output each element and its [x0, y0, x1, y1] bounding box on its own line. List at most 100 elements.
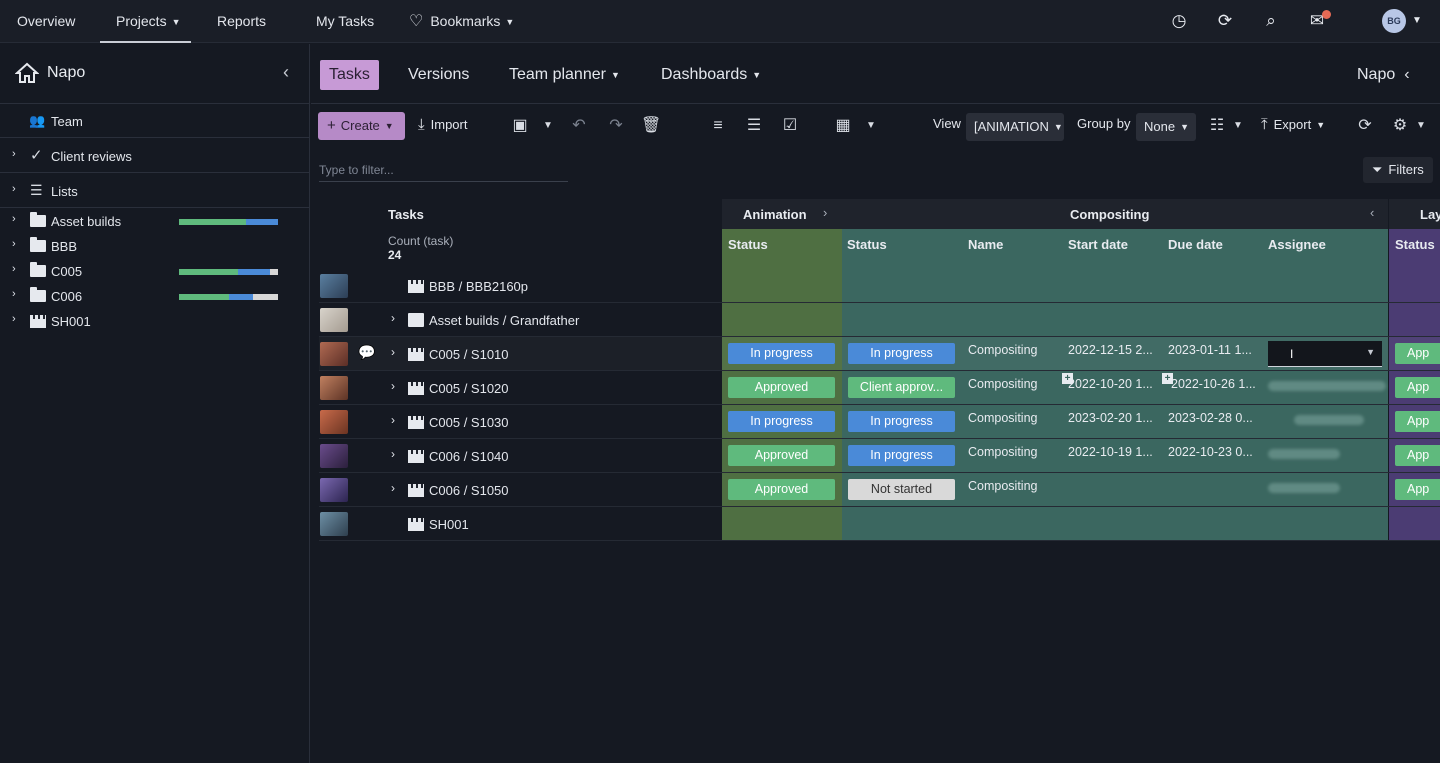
clock-icon[interactable]: ◷	[1168, 10, 1190, 32]
task-name[interactable]: Compositing	[968, 343, 1037, 357]
due-date[interactable]: 2023-01-11 1...	[1168, 343, 1252, 357]
chevron-right-icon[interactable]: ›	[391, 311, 395, 325]
animation-status-badge[interactable]: In progress	[728, 343, 835, 364]
chevron-right-icon[interactable]: ›	[12, 263, 16, 275]
avatar[interactable]: BG	[1382, 9, 1406, 33]
home-icon[interactable]	[15, 62, 39, 84]
chevron-down-icon[interactable]: ▼	[861, 116, 881, 136]
due-date[interactable]: 2022-10-26 1...	[1171, 377, 1256, 391]
filters-button[interactable]: ⏷ Filters	[1363, 157, 1433, 183]
comment-icon[interactable]: 💬	[358, 344, 375, 361]
table-icon[interactable]: ▦	[833, 116, 853, 136]
task-name[interactable]: Compositing	[968, 377, 1037, 391]
start-date[interactable]: 2022-12-15 2...	[1068, 343, 1153, 357]
table-row[interactable]: › C005 / S1030 In progress In progress C…	[319, 405, 1440, 439]
table-row[interactable]: › C005 / S1020 Approved Client approv...…	[319, 371, 1440, 405]
task-name[interactable]: Compositing	[968, 445, 1037, 459]
tab-team-planner[interactable]: Team planner ▼	[509, 60, 620, 90]
tree-item-asset-builds[interactable]: › Asset builds	[0, 209, 310, 234]
import-button[interactable]: ⤓ Import	[418, 116, 467, 133]
layout-group-header[interactable]: Lay	[1389, 199, 1440, 229]
tree-item-sh001[interactable]: › SH001	[0, 309, 310, 334]
undo-icon[interactable]: ↶	[569, 116, 589, 136]
chevron-right-icon[interactable]: ›	[823, 205, 827, 220]
gear-icon[interactable]: ⚙	[1390, 116, 1410, 136]
due-date[interactable]: 2023-02-28 0...	[1168, 411, 1253, 425]
chevron-right-icon[interactable]: ›	[12, 213, 16, 225]
table-row[interactable]: 💬 › C005 / S1010 In progress In progress…	[319, 337, 1440, 371]
save-icon[interactable]: ▣	[510, 116, 530, 136]
table-row[interactable]: BBB / BBB2160p	[319, 269, 1440, 303]
table-row[interactable]: › Asset builds / Grandfather	[319, 303, 1440, 337]
tab-versions[interactable]: Versions	[408, 60, 469, 90]
col-assignee[interactable]: Assignee	[1268, 237, 1326, 252]
chevron-right-icon[interactable]: ›	[12, 183, 16, 195]
list-options-icon[interactable]: ☷	[1207, 116, 1227, 136]
chevron-right-icon[interactable]: ›	[391, 379, 395, 393]
search-icon[interactable]: ⌕	[1260, 10, 1282, 32]
animation-status-badge[interactable]: Approved	[728, 377, 835, 398]
compositing-group-header[interactable]: Compositing ‹	[842, 199, 1388, 229]
nav-reports[interactable]: Reports	[217, 0, 266, 43]
task-name[interactable]: Compositing	[968, 479, 1037, 493]
export-button[interactable]: ⤒ Export ▼	[1261, 116, 1325, 133]
compositing-status-badge[interactable]: In progress	[848, 343, 955, 364]
animation-status-badge[interactable]: Approved	[728, 445, 835, 466]
group-by-select[interactable]: None ▼	[1136, 113, 1196, 141]
compositing-status-badge[interactable]: In progress	[848, 411, 955, 432]
layout-status-badge[interactable]: App	[1395, 377, 1440, 398]
chevron-down-icon[interactable]: ▼	[1406, 10, 1428, 32]
chevron-left-icon[interactable]: ‹	[1370, 205, 1374, 220]
chevron-right-icon[interactable]: ›	[391, 345, 395, 359]
layout-status-badge[interactable]: App	[1395, 343, 1440, 364]
sidebar-item-team[interactable]: 👥 Team	[0, 104, 310, 138]
tab-dashboards[interactable]: Dashboards ▼	[661, 60, 761, 90]
chevron-right-icon[interactable]: ›	[12, 148, 16, 160]
assignee-redacted[interactable]	[1268, 381, 1386, 391]
tree-item-c005[interactable]: › C005	[0, 259, 310, 284]
chevron-down-icon[interactable]: ▼	[1228, 116, 1248, 136]
chevron-right-icon[interactable]: ›	[391, 447, 395, 461]
layout-status-badge[interactable]: App	[1395, 445, 1440, 466]
trash-icon[interactable]: 🗑	[641, 116, 661, 136]
chevron-down-icon[interactable]: ▼	[538, 116, 558, 136]
refresh-icon[interactable]: ⟳	[1355, 116, 1375, 136]
start-date[interactable]: 2023-02-20 1...	[1068, 411, 1153, 425]
view-select[interactable]: [ANIMATION ▼	[966, 113, 1064, 141]
chevron-right-icon[interactable]: ›	[12, 313, 16, 325]
layout-status-badge[interactable]: App	[1395, 411, 1440, 432]
chevron-right-icon[interactable]: ›	[391, 481, 395, 495]
tree-item-c006[interactable]: › C006	[0, 284, 310, 309]
indent-icon[interactable]: ≡	[708, 116, 728, 136]
tab-tasks[interactable]: Tasks	[320, 60, 379, 90]
col-compositing-status[interactable]: Status	[847, 237, 887, 252]
nav-overview[interactable]: Overview	[17, 0, 75, 43]
sync-icon[interactable]: ⟳	[1214, 10, 1236, 32]
chevron-down-icon[interactable]: ▼	[1411, 116, 1431, 136]
col-layout-status[interactable]: Status	[1395, 237, 1435, 252]
sidebar-item-lists[interactable]: › ☰ Lists	[0, 174, 310, 208]
compositing-status-badge[interactable]: Client approv...	[848, 377, 955, 398]
animation-status-badge[interactable]: In progress	[728, 411, 835, 432]
checklist-icon[interactable]: ☑	[780, 116, 800, 136]
create-button[interactable]: + Create ▼	[318, 112, 405, 140]
chevron-right-icon[interactable]: ›	[391, 413, 395, 427]
layout-status-badge[interactable]: App	[1395, 479, 1440, 500]
col-start-date[interactable]: Start date	[1068, 237, 1128, 252]
chevron-right-icon[interactable]: ›	[12, 238, 16, 250]
assignee-select[interactable]: I ▼	[1268, 341, 1382, 367]
assignee-redacted[interactable]	[1268, 483, 1340, 493]
tree-item-bbb[interactable]: › BBB	[0, 234, 310, 259]
compositing-status-badge[interactable]: In progress	[848, 445, 955, 466]
task-name[interactable]: Compositing	[968, 411, 1037, 425]
project-switcher[interactable]: Napo ‹	[1357, 60, 1410, 90]
table-row[interactable]: SH001	[319, 507, 1440, 541]
filter-input[interactable]	[319, 158, 568, 182]
due-date[interactable]: 2022-10-23 0...	[1168, 445, 1253, 459]
table-row[interactable]: › C006 / S1050 Approved Not started Comp…	[319, 473, 1440, 507]
col-animation-status[interactable]: Status	[728, 237, 768, 252]
table-row[interactable]: › C006 / S1040 Approved In progress Comp…	[319, 439, 1440, 473]
start-date[interactable]: 2022-10-19 1...	[1068, 445, 1153, 459]
animation-status-badge[interactable]: Approved	[728, 479, 835, 500]
align-icon[interactable]: ☰	[744, 116, 764, 136]
